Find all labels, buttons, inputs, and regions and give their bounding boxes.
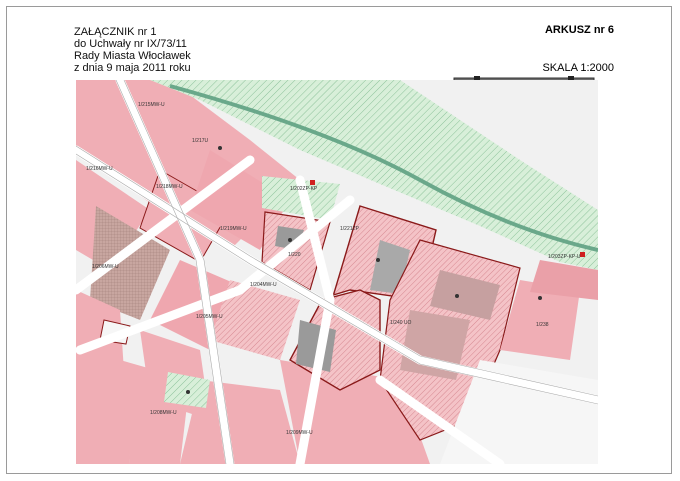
zone-label: 1/218MW-U <box>156 184 183 190</box>
zone-label: 1/216MW-U <box>86 166 113 172</box>
zone-label: 1/204MW-U <box>250 282 277 288</box>
zoning-map: 1/215MW-U 1/217U 1/216MW-U 1/218MW-U 1/2… <box>76 80 598 464</box>
zone-label: 1/209MW-U <box>286 430 313 436</box>
zone-label: 1/202ZP-KP <box>290 186 318 192</box>
zone-label: 1/219MW-U <box>220 226 247 232</box>
zone-label: 1/221ZP <box>340 226 360 232</box>
map-sheet: ZAŁĄCZNIK nr 1 do Uchwały nr IX/73/11 Ra… <box>0 0 680 481</box>
zone-label: 1/220 <box>288 252 301 258</box>
zone-label: 1/203ZP-KP-U <box>548 254 581 260</box>
zone-label: 1/238 <box>536 322 549 328</box>
zone-label: 1/206MW-U <box>92 264 119 270</box>
zone-label: 1/205MW-U <box>196 314 223 320</box>
zone-label: 1/240 UO <box>390 320 412 326</box>
zone-label: 1/215MW-U <box>138 102 165 108</box>
zone-label: 1/217U <box>192 138 209 144</box>
zone-label: 1/208MW-U <box>150 410 177 416</box>
